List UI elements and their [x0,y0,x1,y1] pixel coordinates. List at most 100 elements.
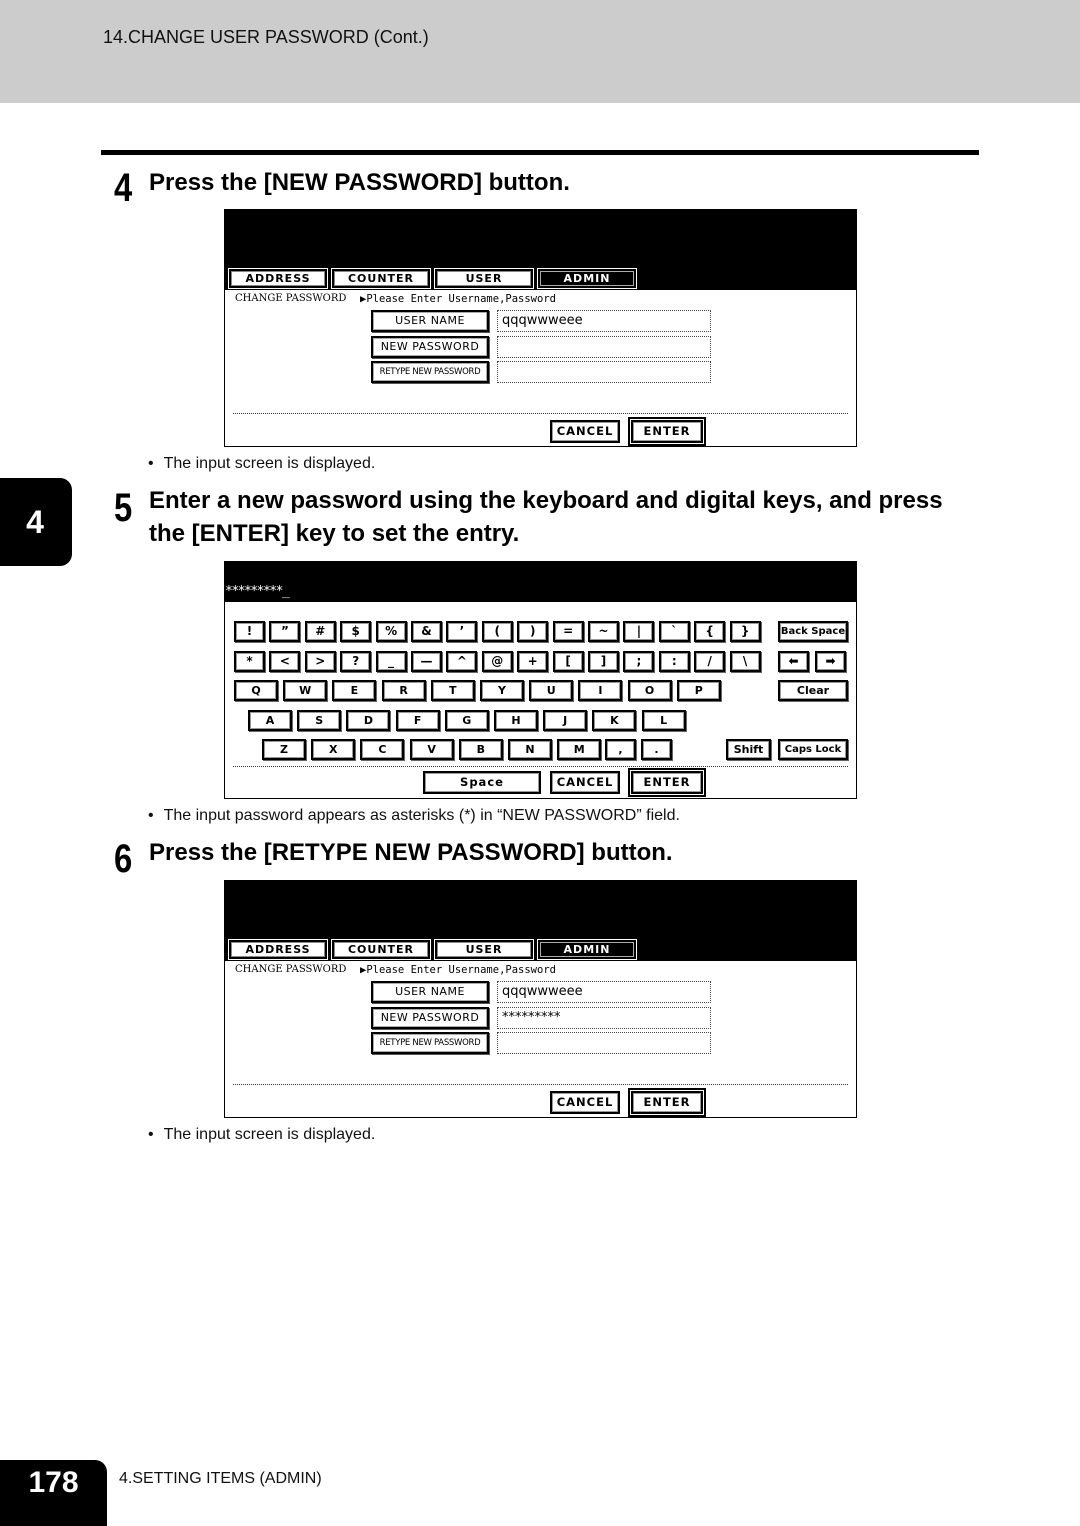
retype-new-password-button[interactable]: RETYPE NEW PASSWORD [371,1032,489,1054]
keyboard-key[interactable]: V [409,739,454,760]
keyboard-key[interactable]: ; [623,651,655,672]
keyboard-key[interactable]: | [623,621,655,642]
shift-key[interactable]: Shift [726,739,771,760]
retype-new-password-button[interactable]: RETYPE NEW PASSWORD [371,361,489,383]
keyboard-key[interactable]: & [411,621,442,642]
keyboard-key[interactable]: C [360,739,405,760]
tab-bar: ADDRESS COUNTER USER ADMIN [228,268,637,289]
keyboard-key[interactable]: + [517,651,549,672]
step-number: 5 [114,486,133,530]
keyboard-key[interactable]: . [641,739,672,760]
new-password-field[interactable] [497,336,711,358]
cancel-button[interactable]: CANCEL [550,420,620,443]
new-password-button[interactable]: NEW PASSWORD [371,336,489,358]
user-name-field[interactable]: qqqwwweee [497,310,711,332]
keyboard-key[interactable]: O [627,680,672,701]
keyboard-key[interactable]: ” [269,621,301,642]
keyboard-key[interactable]: _ [375,651,407,672]
keyboard-key[interactable]: * [234,651,265,672]
keyboard-key[interactable]: / [694,651,726,672]
right-arrow-key[interactable]: ➡ [815,651,846,672]
user-name-field[interactable]: qqqwwweee [497,981,711,1003]
keyboard-key[interactable]: T [430,680,475,701]
cancel-button[interactable]: CANCEL [550,771,620,794]
keyboard-key[interactable]: # [304,621,336,642]
keyboard-key[interactable]: , [605,739,636,760]
user-name-button[interactable]: USER NAME [371,981,489,1003]
tab-admin[interactable]: ADMIN [537,939,637,960]
user-name-button[interactable]: USER NAME [371,310,489,332]
keyboard-key[interactable]: @ [481,651,513,672]
tab-user[interactable]: USER [434,939,534,960]
tab-address[interactable]: ADDRESS [228,268,328,289]
space-key[interactable]: Space [423,771,541,794]
keyboard-key[interactable]: ` [658,621,690,642]
keyboard-key[interactable]: I [578,680,623,701]
keyboard-key[interactable]: S [297,710,342,731]
keyboard-key[interactable]: E [332,680,377,701]
keyboard-key[interactable]: % [375,621,407,642]
keyboard-key[interactable]: < [269,651,301,672]
clear-key[interactable]: Clear [778,680,848,701]
step-note: • The input screen is displayed. [148,1126,375,1144]
keyboard-key[interactable]: ’ [446,621,478,642]
keyboard-key[interactable]: P [676,680,721,701]
keyboard-key[interactable]: ) [517,621,549,642]
step-title: Press the [NEW PASSWORD] button. [149,169,570,196]
keyboard-key[interactable]: M [557,739,602,760]
keyboard-key[interactable]: W [283,680,328,701]
keyboard-key[interactable]: ( [481,621,513,642]
keyboard-key[interactable]: G [444,710,489,731]
keyboard-key[interactable]: } [729,621,761,642]
retype-new-password-field[interactable] [497,361,711,383]
new-password-button[interactable]: NEW PASSWORD [371,1007,489,1029]
keyboard-key[interactable]: ! [234,621,265,642]
enter-button[interactable]: ENTER [628,1088,706,1117]
keyboard-key[interactable]: H [494,710,538,731]
keyboard-key[interactable]: { [694,621,726,642]
keyboard-key[interactable]: L [641,710,686,731]
retype-new-password-field[interactable] [497,1032,711,1054]
keyboard-key[interactable]: U [529,680,574,701]
tab-counter[interactable]: COUNTER [331,268,431,289]
divider [233,1084,848,1085]
keyboard-key[interactable]: [ [552,651,584,672]
keyboard-key[interactable]: D [346,710,391,731]
keyboard-key[interactable]: N [508,739,552,760]
keyboard-key[interactable]: K [592,710,637,731]
keyboard-key[interactable]: J [543,710,588,731]
keyboard-key[interactable]: Y [480,680,524,701]
new-password-field[interactable]: ********* [497,1007,711,1029]
keyboard-key[interactable]: X [311,739,356,760]
tab-counter[interactable]: COUNTER [331,939,431,960]
keyboard-key[interactable]: ^ [446,651,478,672]
keyboard-key[interactable]: > [304,651,336,672]
keyboard-key[interactable]: Z [262,739,306,760]
keyboard-key[interactable]: A [248,710,292,731]
tab-user[interactable]: USER [434,268,534,289]
tab-admin[interactable]: ADMIN [537,268,637,289]
left-arrow-key[interactable]: ⬅ [778,651,809,672]
keyboard-key[interactable]: ] [588,651,619,672]
section-rule [101,150,979,155]
keyboard-key[interactable]: R [381,680,426,701]
screen-keyboard: *********_ !” # $% &’() = ~ | `{} * < >? _ — ^ @ +[];: /… [224,561,857,799]
tab-address[interactable]: ADDRESS [228,939,328,960]
keyboard-key[interactable]: $ [340,621,372,642]
screen-topbar: ADDRESS COUNTER USER ADMIN [225,881,856,961]
keyboard-key[interactable]: \ [729,651,761,672]
enter-button[interactable]: ENTER [628,768,706,797]
keyboard-key[interactable]: : [658,651,690,672]
keyboard-key[interactable]: B [458,739,503,760]
keyboard-key[interactable]: Q [234,680,278,701]
cancel-button[interactable]: CANCEL [550,1091,620,1114]
keyboard-key[interactable]: ~ [588,621,619,642]
step-title: Enter a new password using the keyboard … [149,484,943,550]
caps-lock-key[interactable]: Caps Lock [778,739,848,760]
backspace-key[interactable]: Back Space [778,621,848,642]
keyboard-key[interactable]: ? [340,651,372,672]
keyboard-key[interactable]: = [552,621,584,642]
enter-button[interactable]: ENTER [628,417,706,446]
keyboard-key[interactable]: F [395,710,440,731]
keyboard-key[interactable]: — [411,651,442,672]
